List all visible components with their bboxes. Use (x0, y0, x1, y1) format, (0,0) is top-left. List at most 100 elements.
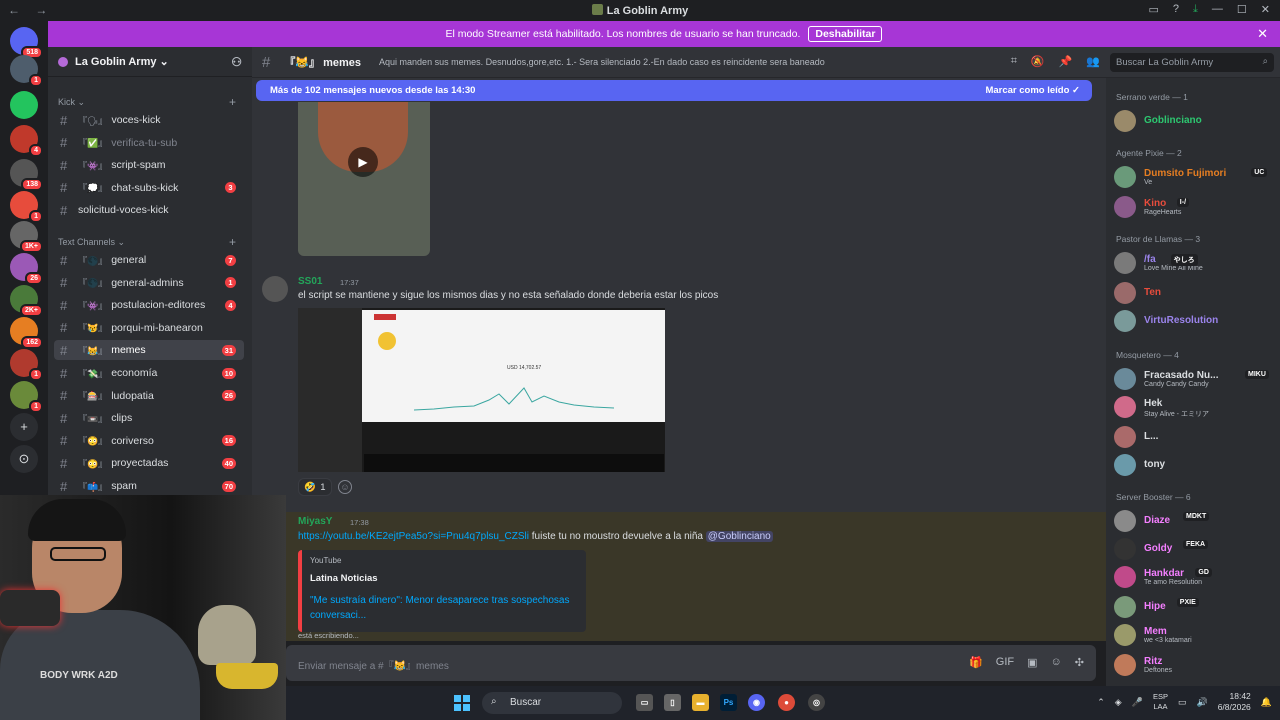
notification-icon[interactable]: 🔔 (1261, 697, 1272, 708)
member-item[interactable]: Hipe PXIE (1112, 594, 1274, 620)
create-channel-icon[interactable]: + (229, 235, 236, 249)
channel-item[interactable]: # 『📫』 spam 70 (54, 476, 244, 495)
server-icon[interactable]: 1 (10, 191, 43, 223)
channel-item[interactable]: # 『😳』 coriverso 16 (54, 431, 244, 451)
reaction-pill[interactable]: 🤣 1 (298, 478, 332, 496)
tray-chevron-icon[interactable]: ⌃ (1097, 697, 1105, 708)
discover-icon[interactable]: ⊙ (10, 445, 38, 473)
channel-item[interactable]: # 『🌑』 general 7 (54, 250, 244, 270)
server-icon[interactable]: 4 (10, 125, 43, 157)
mic-icon[interactable]: 🎤 (1132, 697, 1143, 708)
volume-icon[interactable]: 🔊 (1196, 697, 1207, 708)
photoshop-icon[interactable]: Ps (720, 694, 737, 711)
app-icon[interactable]: ▯ (664, 694, 681, 711)
threads-icon[interactable]: ⌗ (1011, 55, 1017, 68)
language-indicator[interactable]: ESP LAA (1153, 692, 1168, 712)
channel-item[interactable]: # 『📼』 clips (54, 408, 244, 428)
image-attachment[interactable]: USD 14,702.57 (298, 308, 665, 472)
avatar[interactable] (1114, 196, 1136, 218)
chrome-icon[interactable]: ● (778, 694, 795, 711)
avatar[interactable] (1114, 510, 1136, 532)
member-item[interactable]: Ritz Deftones (1112, 652, 1274, 678)
avatar[interactable] (1114, 166, 1136, 188)
member-item[interactable]: Mem we <3 katamari (1112, 622, 1274, 648)
server-header[interactable]: La Goblin Army ⌄ ⚇ (48, 47, 252, 77)
message-composer[interactable]: Enviar mensaje a #『😹』memes 🎁 GIF ▣ ☺ ✣ (286, 645, 1096, 681)
member-item[interactable]: Hek Stay Alive - エミリア (1112, 394, 1274, 420)
avatar[interactable] (1114, 654, 1136, 676)
embed-title[interactable]: "Me sustraía dinero": Menor desaparece t… (310, 593, 578, 623)
windows-start-icon[interactable] (454, 695, 470, 711)
member-list-icon[interactable]: 👥 (1086, 55, 1100, 68)
channel-topic[interactable]: Aqui manden sus memes. Desnudos,gore,etc… (379, 57, 825, 67)
server-icon[interactable]: 138 (10, 159, 43, 191)
server-icon[interactable]: 26 (10, 253, 43, 285)
server-icon[interactable]: 2K+ (10, 285, 43, 317)
avatar[interactable] (1114, 566, 1136, 588)
member-item[interactable]: Diaze MDKT (1112, 508, 1274, 534)
server-icon[interactable]: 1 (10, 381, 43, 413)
message-area[interactable]: Más de 102 mensajes nuevos desde las 14:… (252, 78, 1106, 641)
member-item[interactable]: Ten (1112, 280, 1274, 306)
inbox-icon[interactable]: ▭ (1149, 3, 1159, 16)
channel-item[interactable]: # 『🗣』 voces-kick (54, 110, 244, 130)
avatar[interactable] (1114, 426, 1136, 448)
apps-icon[interactable]: ✣ (1075, 656, 1084, 669)
help-icon[interactable]: ? (1173, 3, 1179, 16)
avatar[interactable] (1114, 396, 1136, 418)
channel-item[interactable]: # 『😿』 porqui-mi-banearon (54, 318, 244, 338)
member-item[interactable]: /fa Love Mine All Mine やしろ (1112, 250, 1274, 276)
channel-item[interactable]: # 『👾』 postulacion-editores 4 (54, 295, 244, 315)
avatar[interactable] (1114, 282, 1136, 304)
pin-icon[interactable]: 📌 (1059, 55, 1073, 68)
tray-app-icon[interactable]: ◈ (1115, 697, 1122, 708)
network-icon[interactable]: ▭ (1178, 697, 1187, 708)
mute-bell-icon[interactable]: 🔕 (1031, 55, 1045, 68)
channel-item[interactable]: # 『😳』 proyectadas 40 (54, 453, 244, 473)
taskbar-search[interactable]: ⌕ Buscar (482, 692, 622, 714)
download-icon[interactable]: ⤓ (1193, 3, 1198, 16)
embed-author[interactable]: Latina Noticias (310, 573, 578, 584)
category-header[interactable]: Kick ⌄ + (58, 95, 236, 109)
task-view-icon[interactable]: ▭ (636, 694, 653, 711)
play-icon[interactable]: ▶ (348, 147, 378, 177)
emoji-icon[interactable]: ☺ (1051, 656, 1062, 669)
server-icon[interactable]: 1 (10, 349, 43, 381)
disable-streamer-button[interactable]: Deshabilitar (808, 26, 883, 42)
add-member-icon[interactable]: ⚇ (231, 55, 242, 69)
channel-item[interactable]: # 『👾』 script-spam (54, 155, 244, 175)
video-attachment[interactable]: ▶ (298, 102, 430, 256)
add-server-icon[interactable]: + (10, 413, 38, 441)
maximize-button[interactable]: ☐ (1237, 3, 1247, 16)
avatar[interactable] (1114, 368, 1136, 390)
member-item[interactable]: Goldy FEKA (1112, 536, 1274, 562)
channel-item[interactable]: # 『🎰』 ludopatia 26 (54, 386, 244, 406)
channel-item[interactable]: # 『😹』 memes 31 (54, 340, 244, 361)
file-explorer-icon[interactable]: ▬ (692, 694, 709, 711)
member-item[interactable]: Dumsito Fujimori Ve UC (1112, 164, 1274, 190)
avatar[interactable] (1114, 624, 1136, 646)
gift-icon[interactable]: 🎁 (969, 656, 983, 669)
server-icon[interactable]: 518 (10, 27, 43, 59)
discord-icon[interactable]: ◉ (748, 694, 765, 711)
obs-icon[interactable]: ◎ (808, 694, 825, 711)
mark-as-read-button[interactable]: Marcar como leído ✓ (985, 85, 1080, 96)
add-reaction-icon[interactable]: ☺ (338, 480, 352, 494)
message-author[interactable]: SS01 (298, 276, 322, 287)
avatar[interactable] (1114, 252, 1136, 274)
category-header[interactable]: Text Channels ⌄ + (58, 235, 236, 249)
sticker-icon[interactable]: ▣ (1027, 656, 1037, 669)
server-icon[interactable] (10, 91, 38, 119)
close-button[interactable]: ✕ (1261, 3, 1270, 16)
gif-icon[interactable]: GIF (996, 656, 1014, 669)
new-messages-bar[interactable]: Más de 102 mensajes nuevos desde las 14:… (256, 80, 1092, 101)
server-icon[interactable]: 1 (10, 55, 43, 87)
user-mention[interactable]: @Goblinciano (705, 531, 773, 542)
channel-item[interactable]: # solicitud-voces-kick (54, 200, 244, 220)
channel-item[interactable]: # 『🌑』 general-admins 1 (54, 273, 244, 293)
member-item[interactable]: VirtuResolution (1112, 308, 1274, 334)
channel-item[interactable]: # 『💸』 economía 10 (54, 363, 244, 383)
search-input[interactable]: Buscar La Goblin Army ⌕ (1110, 53, 1274, 72)
channel-item[interactable]: # 『✅』 verifica-tu-sub (54, 133, 244, 153)
server-icon[interactable]: 162 (10, 317, 43, 349)
